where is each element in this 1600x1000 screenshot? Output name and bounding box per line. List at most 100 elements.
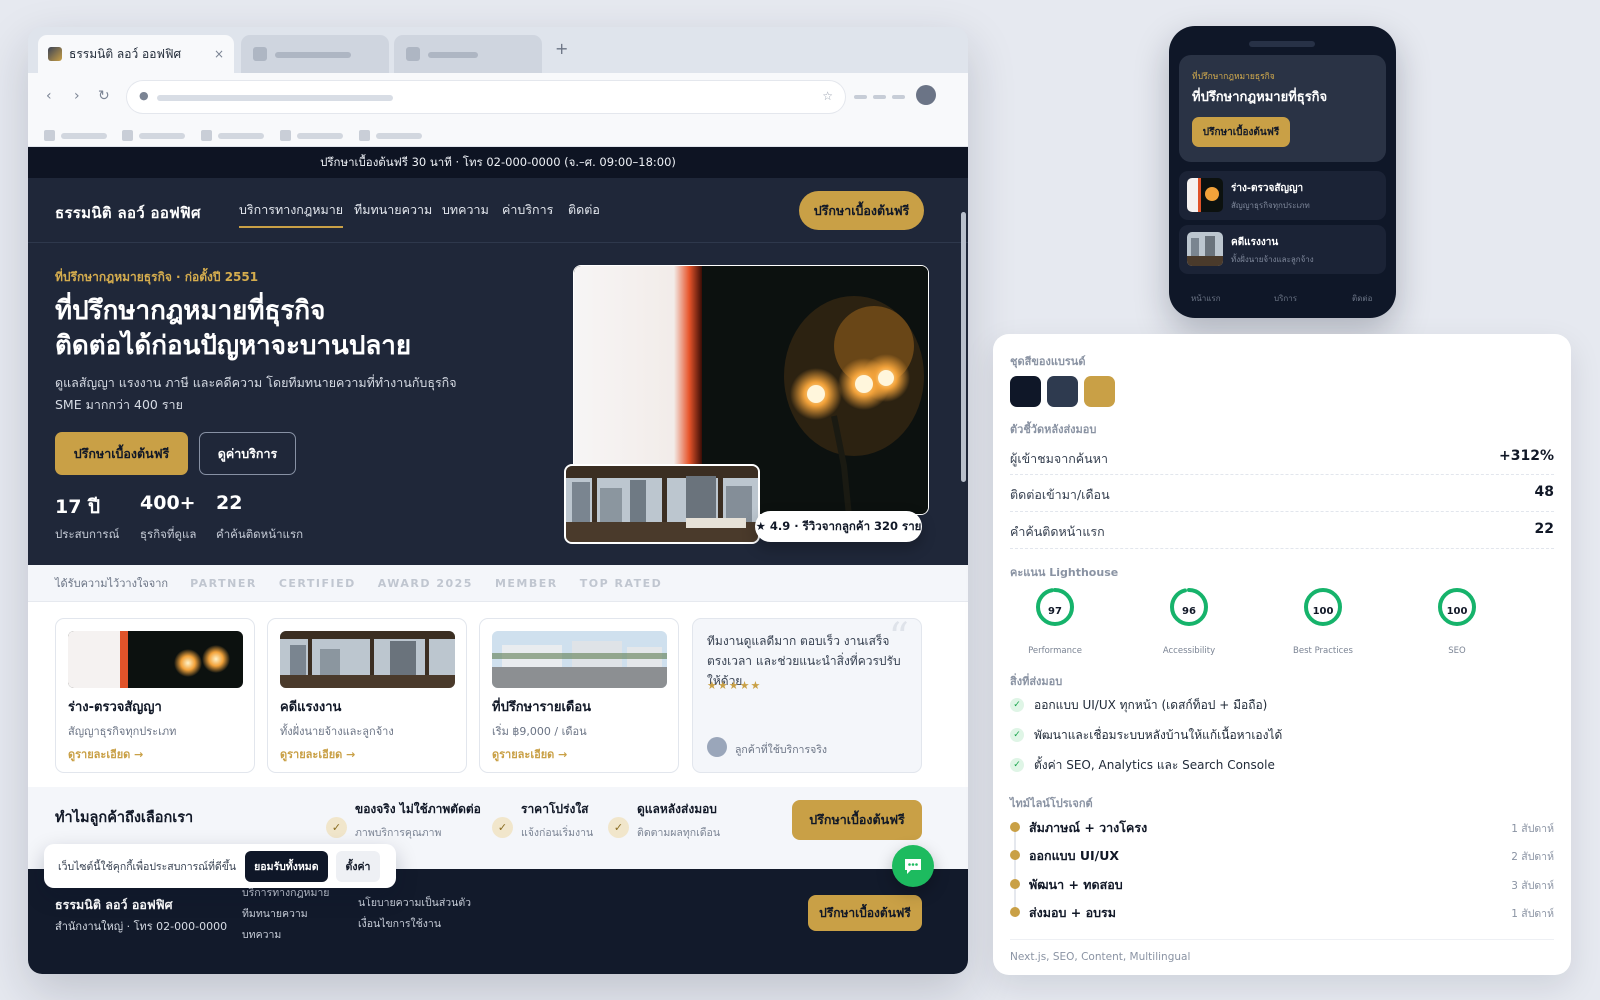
footer-link[interactable]: ทีมทนายความ [242, 905, 308, 922]
footer-brand: ธรรมนิติ ลอว์ ออฟฟิศ [55, 897, 173, 912]
member-logo: MEMBER [494, 576, 558, 590]
nav-link-services[interactable]: บริการทางกฎหมาย [239, 200, 344, 228]
service-card-retainer[interactable]: ที่ปรึกษารายเดือน เริ่ม ฿9,000 / เดือน ด… [479, 618, 679, 773]
nav-link-team[interactable]: ทีมทนายความ [354, 200, 432, 220]
lighthouse-gauge: 100 [1304, 588, 1342, 626]
award-logo: AWARD 2025 [377, 576, 473, 590]
check-icon: ✓ [1010, 758, 1024, 772]
close-tab-icon[interactable]: × [214, 47, 224, 61]
gauge-score: 97 [1048, 606, 1062, 617]
lighthouse-heading: คะแนน Lighthouse [1010, 566, 1119, 579]
stat-value-clients: 400+ [140, 492, 196, 514]
tab-strip: ธรรมนิติ ลอว์ ออฟฟิศ × + [28, 27, 968, 73]
deliverable-item: ออกแบบ UI/UX ทุกหน้า (เดสก์ท็อป + มือถือ… [1034, 698, 1268, 712]
divider [1010, 474, 1554, 475]
profile-avatar[interactable] [916, 85, 936, 105]
bookmark-item[interactable] [122, 130, 185, 141]
nav-link-pricing[interactable]: ค่าบริการ [502, 200, 553, 220]
mobile-thumb-lamps [1187, 178, 1223, 212]
browser-tab-placeholder[interactable] [394, 35, 542, 73]
scrollbar[interactable] [961, 212, 966, 482]
mobile-item-title: ร่าง-ตรวจสัญญา [1231, 183, 1304, 194]
kpi-value: 48 [1534, 484, 1554, 500]
accept-cookies-button[interactable]: ยอมรับทั้งหมด [245, 850, 328, 882]
project-summary-panel: ชุดสีของแบรนด์ ตัวชี้วัดหลังส่งมอบ ผู้เข… [993, 334, 1571, 975]
card-link[interactable]: ดูรายละเอียด → [492, 745, 567, 763]
mobile-list-item[interactable]: ร่าง-ตรวจสัญญา สัญญาธุรกิจทุกประเภท [1179, 171, 1386, 220]
stat-label-clients: ธุรกิจที่ดูแล [140, 527, 197, 541]
extension-icon[interactable] [892, 95, 905, 99]
mobile-list-item[interactable]: คดีแรงงาน ทั้งฝั่งนายจ้างและลูกจ้าง [1179, 225, 1386, 274]
testimonial-card: “ ทีมงานดูแลดีมาก ตอบเร็ว งานเสร็จตรงเวล… [692, 615, 922, 773]
chat-button[interactable] [892, 845, 934, 887]
mobile-thumb-office [1187, 232, 1223, 266]
bookmarks-bar [28, 123, 968, 147]
service-card-contracts[interactable]: ร่าง-ตรวจสัญญา สัญญาธุรกิจทุกประเภท ดูรา… [55, 618, 255, 773]
tab-title-placeholder [275, 52, 351, 58]
gauge-score: 100 [1447, 606, 1468, 617]
mobile-tab-services[interactable]: บริการ [1274, 292, 1297, 305]
hero-headline-line-2: ติดต่อได้ก่อนปัญหาจะบานปลาย [55, 331, 412, 361]
footer-cta-button[interactable]: ปรึกษาเบื้องต้นฟรี [808, 895, 922, 931]
footer-link[interactable]: เงื่อนไขการใช้งาน [358, 915, 441, 932]
bookmark-item[interactable] [44, 130, 107, 141]
card-description: ทั้งฝั่งนายจ้างและลูกจ้าง [280, 725, 394, 738]
timeline-heading: ไทม์ไลน์โปรเจกต์ [1010, 797, 1093, 810]
card-image-building [492, 631, 667, 688]
hero-primary-button[interactable]: ปรึกษาเบื้องต้นฟรี [55, 432, 188, 475]
header-cta-button[interactable]: ปรึกษาเบื้องต้นฟรี [799, 191, 924, 230]
hero-headline: ที่ปรึกษากฎหมายที่ธุรกิจ ติดต่อได้ก่อนปั… [55, 294, 525, 364]
nav-link-contact[interactable]: ติดต่อ [568, 200, 600, 220]
nav-link-articles[interactable]: บทความ [442, 200, 489, 220]
why-cta-button[interactable]: ปรึกษาเบื้องต้นฟรี [792, 800, 922, 840]
mobile-tab-home[interactable]: หน้าแรก [1191, 292, 1221, 305]
timeline-step: ออกแบบ UI/UX [1029, 848, 1120, 863]
kpi-label: ผู้เข้าชมจากค้นหา [1010, 451, 1108, 466]
lock-icon: ● [139, 89, 149, 102]
hero-section: ธรรมนิติ ลอว์ ออฟฟิศ บริการทางกฎหมาย ทีม… [28, 178, 968, 565]
services-section: ร่าง-ตรวจสัญญา สัญญาธุรกิจทุกประเภท ดูรา… [28, 602, 968, 787]
hero-subtext: ดูแลสัญญา แรงงาน ภาษี และคดีความ โดยทีมท… [55, 375, 457, 412]
url-placeholder [157, 95, 393, 101]
footer-link[interactable]: นโยบายความเป็นส่วนตัว [358, 894, 471, 911]
new-tab-button[interactable]: + [555, 39, 568, 58]
bookmark-item[interactable] [201, 130, 264, 141]
feature-desc: ภาพบริการคุณภาพ [355, 827, 442, 839]
reload-icon[interactable]: ↻ [98, 88, 110, 104]
mobile-tab-contact[interactable]: ติดต่อ [1352, 292, 1372, 305]
site-logo[interactable]: ธรรมนิติ ลอว์ ออฟฟิศ [55, 201, 201, 225]
feature-desc: แจ้งก่อนเริ่มงาน [521, 827, 594, 839]
extension-icon[interactable] [854, 95, 867, 99]
cookie-settings-button[interactable]: ตั้งค่า [335, 850, 381, 882]
service-card-labor[interactable]: คดีแรงงาน ทั้งฝั่งนายจ้างและลูกจ้าง ดูรา… [267, 618, 467, 773]
stat-label-keywords: คำค้นติดหน้าแรก [216, 527, 304, 541]
address-bar[interactable]: ● ☆ [127, 81, 845, 113]
trust-strip: ได้รับความไว้วางใจจาก PARTNER CERTIFIED … [28, 565, 968, 602]
gauge-score: 100 [1313, 606, 1334, 617]
color-swatch-slate [1047, 376, 1078, 407]
stat-label-years: ประสบการณ์ [55, 527, 120, 541]
trust-label: ได้รับความไว้วางใจจาก [55, 577, 169, 590]
check-icon: ✓ [326, 817, 347, 838]
tab-title: ธรรมนิติ ลอว์ ออฟฟิศ [69, 46, 182, 61]
timeline-connector [1014, 826, 1016, 910]
browser-tab-placeholder[interactable] [241, 35, 389, 73]
bookmark-star-icon[interactable]: ☆ [822, 89, 833, 103]
forward-icon[interactable]: › [74, 88, 80, 104]
card-link[interactable]: ดูรายละเอียด → [68, 745, 143, 763]
footer-link[interactable]: บทความ [242, 926, 281, 943]
feature-desc: ติดตามผลทุกเดือน [637, 827, 721, 839]
feature-title: ดูแลหลังส่งมอบ [637, 802, 717, 816]
timeline-dot [1010, 850, 1020, 860]
bookmark-item[interactable] [359, 130, 422, 141]
hero-headline-line-1: ที่ปรึกษากฎหมายที่ธุรกิจ [55, 296, 326, 326]
extension-icon[interactable] [873, 95, 886, 99]
hero-secondary-button[interactable]: ดูค่าบริการ [199, 432, 296, 475]
browser-tab-active[interactable]: ธรรมนิติ ลอว์ ออฟฟิศ × [38, 35, 234, 73]
mobile-cta-button[interactable]: ปรึกษาเบื้องต้นฟรี [1192, 117, 1290, 147]
card-link[interactable]: ดูรายละเอียด → [280, 745, 355, 763]
check-icon: ✓ [608, 817, 629, 838]
bookmark-item[interactable] [280, 130, 343, 141]
testimonial-avatar [707, 737, 727, 757]
back-icon[interactable]: ‹ [46, 88, 52, 104]
